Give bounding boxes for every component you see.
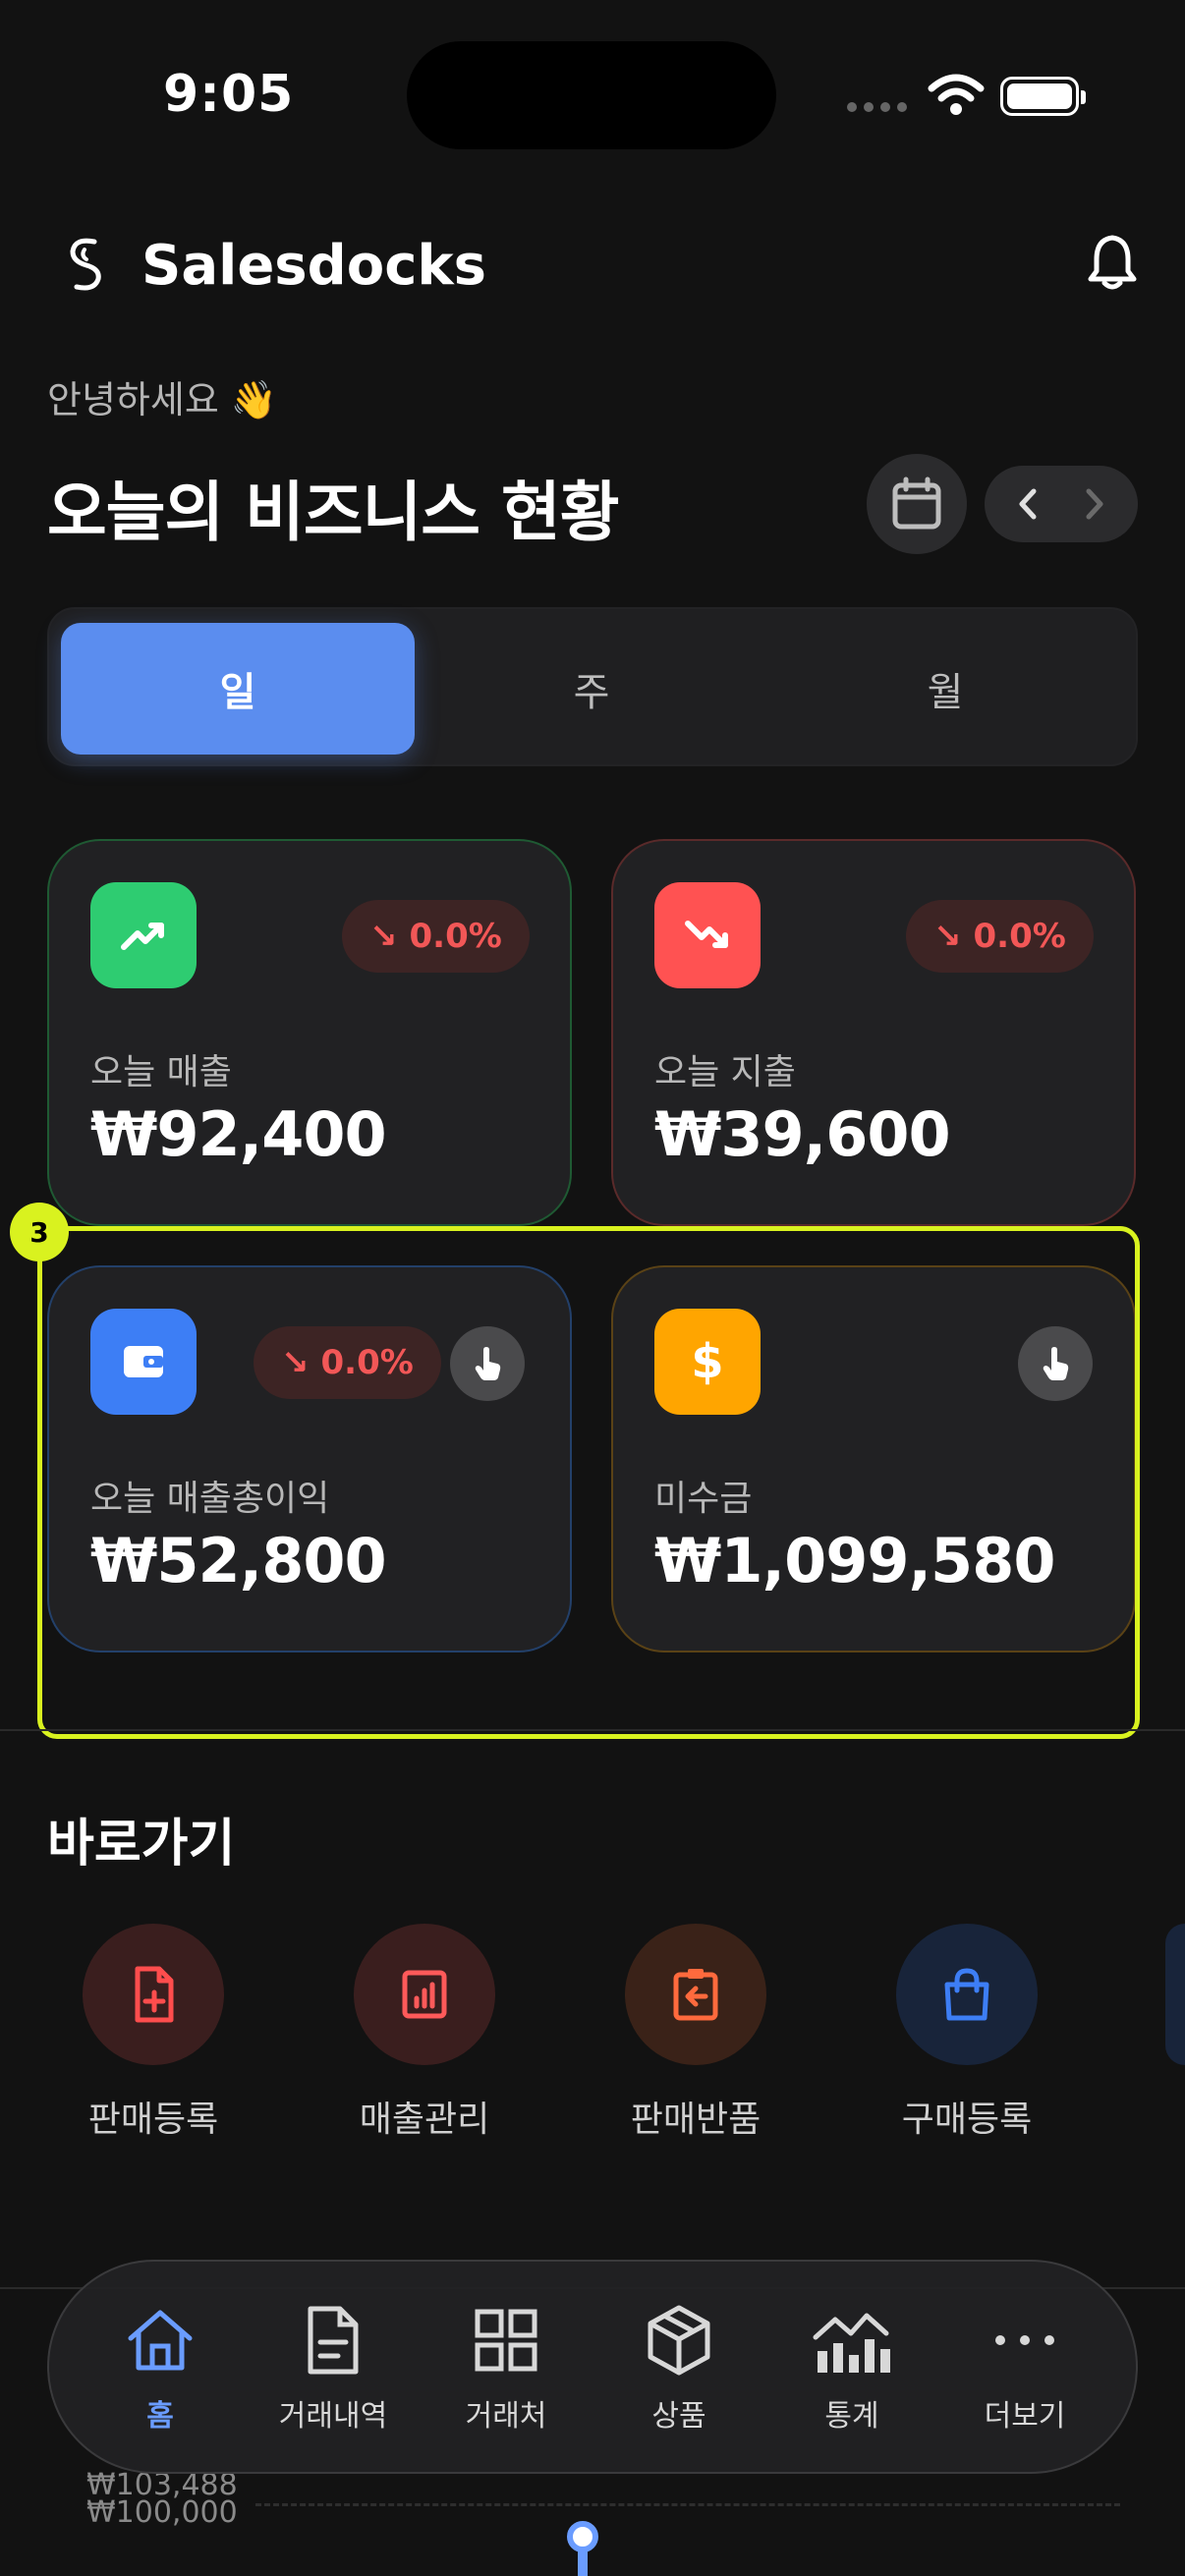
- page-title: 오늘의 비즈니스 현황: [47, 475, 619, 550]
- card-label: 오늘 매출: [90, 1052, 232, 1092]
- chevron-right-icon[interactable]: [1069, 479, 1118, 529]
- app-name: Salesdocks: [141, 234, 486, 298]
- change-badge: ↘ 0.0%: [342, 900, 530, 973]
- dynamic-island: [407, 41, 776, 149]
- arrow-down-right-icon: ↘: [369, 917, 398, 956]
- file-plus-icon: [135, 1966, 174, 2023]
- shortcut-label: 매출관리: [359, 2100, 490, 2140]
- period-selector: 일 주 월: [47, 607, 1138, 766]
- tab-month[interactable]: 월: [768, 623, 1122, 755]
- highlight-badge: 3: [10, 1203, 69, 1261]
- arrow-down-right-icon: ↘: [933, 917, 962, 956]
- bottom-tab-bar: 홈 거래내역 거래처 상품 통계 더보기: [47, 2260, 1138, 2474]
- tab-home[interactable]: 홈: [77, 2301, 244, 2435]
- chart-marker-icon: [567, 2521, 598, 2576]
- signal-icon: [847, 102, 910, 112]
- shortcut-sales-register[interactable]: 판매등록: [55, 1924, 252, 2142]
- status-time: 9:05: [163, 65, 295, 124]
- tab-label: 더보기: [984, 2399, 1066, 2434]
- shortcut-label: 판매등록: [87, 2100, 219, 2140]
- change-value: 0.0%: [409, 917, 502, 956]
- greeting-text: 안녕하세요 👋: [47, 378, 278, 421]
- shortcuts-title: 바로가기: [47, 1815, 236, 1874]
- calendar-button[interactable]: [867, 454, 967, 554]
- tab-more[interactable]: 더보기: [941, 2301, 1108, 2435]
- trending-down-icon: [654, 882, 761, 988]
- card-label: 오늘 지출: [654, 1052, 796, 1092]
- shortcut-label: 판매반품: [630, 2100, 762, 2140]
- trending-up-icon: [90, 882, 197, 988]
- change-value: 0.0%: [973, 917, 1066, 956]
- tab-label: 홈: [146, 2399, 174, 2434]
- shortcut-purchase-register[interactable]: 구매등록: [869, 1924, 1065, 2142]
- box-icon: [648, 2305, 710, 2376]
- tab-clients[interactable]: 거래처: [423, 2301, 590, 2435]
- card-value: ₩92,400: [90, 1098, 387, 1170]
- chart-gridline: [255, 2503, 1120, 2506]
- wifi-icon: [928, 74, 985, 115]
- home-icon: [128, 2310, 193, 2371]
- tab-label: 거래처: [465, 2399, 547, 2434]
- salesdocks-logo-icon: [70, 238, 101, 291]
- sales-card[interactable]: ↘ 0.0% 오늘 매출 ₩92,400: [47, 839, 572, 1226]
- more-icon: [995, 2335, 1054, 2345]
- tab-day[interactable]: 일: [61, 623, 415, 755]
- tab-products[interactable]: 상품: [595, 2301, 762, 2435]
- tab-week[interactable]: 주: [415, 623, 768, 755]
- calendar-icon: [892, 476, 941, 530]
- shortcut-label: 구매등록: [901, 2100, 1033, 2140]
- shortcut-sales-management[interactable]: 매출관리: [326, 1924, 523, 2142]
- expense-card[interactable]: ↘ 0.0% 오늘 지출 ₩39,600: [611, 839, 1136, 1226]
- grid-icon: [475, 2309, 537, 2372]
- chevron-left-icon[interactable]: [1004, 479, 1053, 529]
- tab-label: 상품: [651, 2399, 706, 2434]
- battery-icon: [1000, 77, 1086, 116]
- divider: [0, 1729, 1185, 1731]
- stats-icon: [813, 2313, 890, 2373]
- document-icon: [308, 2306, 359, 2375]
- shortcut-overflow: [1165, 1924, 1185, 2065]
- shortcut-sales-return[interactable]: 판매반품: [597, 1924, 794, 2142]
- chart-file-icon: [402, 1970, 447, 2019]
- chart-label: ₩100,000: [86, 2495, 238, 2530]
- clipboard-return-icon: [673, 1969, 718, 2021]
- bell-icon[interactable]: [1085, 232, 1140, 293]
- shopping-bag-icon: [944, 1968, 989, 2021]
- change-badge: ↘ 0.0%: [906, 900, 1094, 973]
- card-value: ₩39,600: [654, 1098, 951, 1170]
- highlight-frame: [37, 1226, 1140, 1739]
- tab-statistics[interactable]: 통계: [768, 2301, 935, 2435]
- date-nav: [985, 466, 1138, 542]
- tab-label: 거래내역: [278, 2399, 388, 2434]
- tab-label: 통계: [824, 2399, 879, 2434]
- tab-transactions[interactable]: 거래내역: [250, 2301, 417, 2435]
